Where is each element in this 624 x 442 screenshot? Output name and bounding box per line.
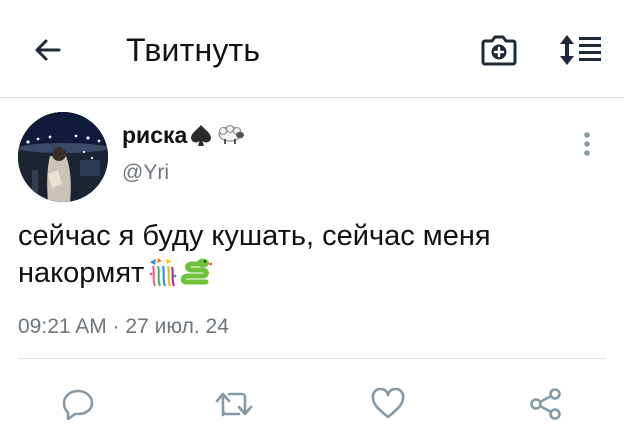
divider [18, 358, 606, 359]
user-name: риска [122, 122, 188, 148]
app-bar: Твитнуть [0, 0, 624, 98]
tweet-text: сейчас я буду кушать, сейчас меня накорм… [18, 218, 608, 298]
sort-list-icon [560, 35, 601, 65]
user-handle[interactable]: @Yri [122, 160, 169, 186]
heart-icon [371, 388, 405, 419]
retweet-icon [215, 392, 253, 417]
avatar[interactable] [18, 112, 108, 202]
arrow-left-icon [35, 39, 61, 61]
tweet-time: 09:21 AM [18, 315, 107, 338]
meta-separator: · [112, 315, 120, 338]
camera-add-icon [481, 35, 517, 66]
share-icon [530, 388, 561, 420]
tweet-timestamp: 09:21 AM · 27 июл. 24 [18, 314, 229, 340]
more-options-button[interactable] [570, 124, 604, 164]
tweet-date: 27 июл. 24 [125, 315, 229, 338]
reply-bubble-icon [62, 389, 94, 420]
tweet-actions [0, 372, 624, 432]
avatar-photo [18, 112, 108, 202]
add-photo-button[interactable] [478, 30, 520, 70]
sort-button[interactable] [556, 28, 606, 72]
user-name-row[interactable]: риска [122, 120, 245, 150]
snake-icon [180, 256, 214, 298]
more-vertical-icon [584, 132, 590, 156]
like-button[interactable] [366, 382, 410, 426]
reply-button[interactable] [56, 382, 100, 426]
sheep-icon [215, 123, 245, 147]
spade-suit-icon [189, 123, 213, 147]
share-button[interactable] [524, 382, 568, 426]
retweet-button[interactable] [212, 382, 256, 426]
tweet-text-content: сейчас я буду кушать, сейчас меня накорм… [18, 220, 491, 289]
back-button[interactable] [24, 28, 72, 72]
page-title: Твитнуть [126, 32, 261, 68]
confetti-ball-icon [146, 256, 178, 298]
tweet-detail-screen: Твитнуть риска @Yri сейчас я буду кушать… [0, 0, 624, 442]
